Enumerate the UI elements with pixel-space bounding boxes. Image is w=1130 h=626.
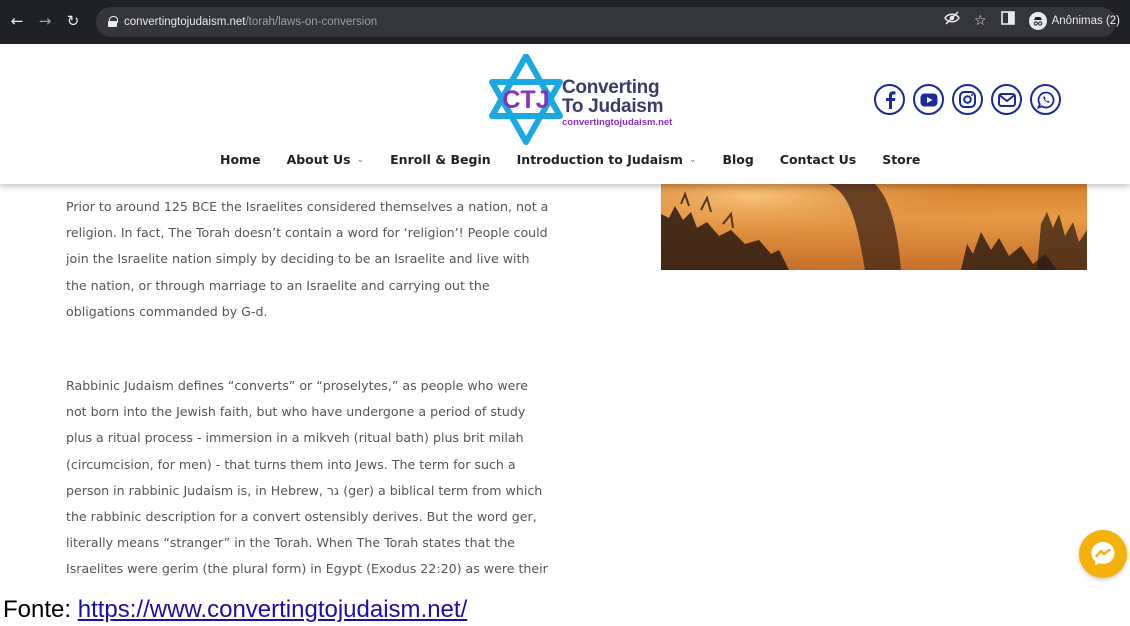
- back-icon[interactable]: ←: [8, 12, 26, 30]
- text-line: Rabbinic Judaism defines “converts” or “…: [66, 378, 529, 394]
- caption-prefix: Fonte:: [3, 596, 78, 623]
- email-icon[interactable]: [991, 84, 1022, 115]
- source-caption: Fonte: https://www.convertingtojudaism.n…: [3, 596, 467, 624]
- text-line: the nation, or through marriage to an Is…: [66, 277, 490, 293]
- text-line: plus a ritual process - immersion in a m…: [66, 430, 524, 446]
- url-domain: convertingtojudaism.net: [124, 16, 246, 28]
- text-line: join the Israelite nation simply by deci…: [66, 251, 530, 267]
- nav-item-about-us[interactable]: About Us ⌄: [287, 152, 365, 167]
- nav-item-label: Store: [882, 152, 921, 167]
- messenger-chat-button[interactable]: [1079, 530, 1127, 578]
- nav-item-home[interactable]: Home: [220, 152, 261, 167]
- chevron-down-icon: ⌄: [688, 154, 697, 165]
- browser-toolbar: ← → ↻ convertingtojudaism.net/torah/laws…: [0, 0, 1130, 44]
- star-icon[interactable]: ☆: [974, 11, 987, 31]
- profile-label: Anônimas (2): [1051, 15, 1120, 27]
- site-logo[interactable]: CTJ Converting To Judaism convertingtoju…: [488, 54, 678, 146]
- toolbar-actions: ☆ Anônimas (2): [944, 10, 1120, 32]
- nav-item-store[interactable]: Store: [882, 152, 920, 167]
- paragraph-1: Prior to around 125 BCE the Israelites c…: [66, 194, 586, 325]
- nav-item-label: Introduction to Judaism: [516, 152, 683, 167]
- logo-line-1: Converting: [562, 77, 660, 98]
- paragraph-2: Rabbinic Judaism defines “converts” or “…: [66, 373, 586, 609]
- nav-item-contact-us[interactable]: Contact Us: [780, 152, 856, 167]
- text-line: literally means “stranger” in the Torah.…: [66, 535, 515, 551]
- site-header: CTJ Converting To Judaism convertingtoju…: [0, 44, 1130, 184]
- sunset-trees-image: [661, 184, 1087, 270]
- text-line: not born into the Jewish faith, but who …: [66, 404, 526, 420]
- nav-item-label: Blog: [722, 152, 754, 167]
- lock-icon[interactable]: [108, 16, 118, 27]
- url-path: /torah/laws-on-conversion: [245, 16, 378, 28]
- logo-mark: CTJ: [502, 86, 549, 114]
- reload-icon[interactable]: ↻: [64, 12, 82, 30]
- facebook-icon[interactable]: [874, 84, 905, 115]
- logo-url: convertingtojudaism.net: [562, 117, 673, 128]
- nav-item-label: Contact Us: [779, 152, 857, 167]
- social-links: [874, 84, 1061, 115]
- eye-off-icon[interactable]: [944, 10, 960, 32]
- text-line: (circumcision, for men) - that turns the…: [66, 456, 516, 472]
- text-line: religion. In fact, The Torah doesn’t con…: [66, 225, 548, 241]
- youtube-icon[interactable]: [913, 84, 944, 115]
- nav-item-label: About Us: [286, 152, 351, 167]
- nav-item-label: Home: [220, 152, 261, 167]
- logo-text: Converting To Judaism convertingtojudais…: [562, 78, 672, 129]
- profile-button[interactable]: Anônimas (2): [1028, 12, 1120, 30]
- incognito-icon: [1028, 12, 1047, 30]
- whatsapp-icon[interactable]: [1030, 84, 1061, 115]
- url-text[interactable]: convertingtojudaism.net/torah/laws-on-co…: [124, 14, 377, 30]
- instagram-icon[interactable]: [952, 84, 983, 115]
- nav-item-label: Enroll & Begin: [390, 152, 491, 167]
- side-panel-icon[interactable]: [1000, 11, 1015, 31]
- logo-line-2: To Judaism: [562, 96, 664, 117]
- article-body: Prior to around 125 BCE the Israelites c…: [66, 194, 586, 626]
- forward-icon[interactable]: →: [36, 12, 54, 30]
- text-line: the rabbinic description for a convert o…: [66, 509, 537, 525]
- hero-image: [661, 184, 1087, 270]
- main-nav: Home About Us ⌄ Enroll & Begin Introduct…: [220, 152, 920, 167]
- text-line: Prior to around 125 BCE the Israelites c…: [66, 199, 549, 214]
- source-link[interactable]: https://www.convertingtojudaism.net/: [78, 596, 468, 623]
- chevron-down-icon: ⌄: [356, 154, 365, 165]
- text-line: Israelites were gerim (the plural form) …: [66, 561, 548, 577]
- nav-item-enroll-begin[interactable]: Enroll & Begin: [390, 152, 491, 167]
- text-line: obligations commanded by G-d.: [66, 303, 268, 319]
- text-line: person in rabbinic Judaism is, in Hebrew…: [66, 482, 543, 498]
- nav-item-introduction-to-judaism[interactable]: Introduction to Judaism ⌄: [517, 152, 697, 167]
- nav-item-blog[interactable]: Blog: [722, 152, 753, 167]
- messenger-icon: [1091, 542, 1115, 566]
